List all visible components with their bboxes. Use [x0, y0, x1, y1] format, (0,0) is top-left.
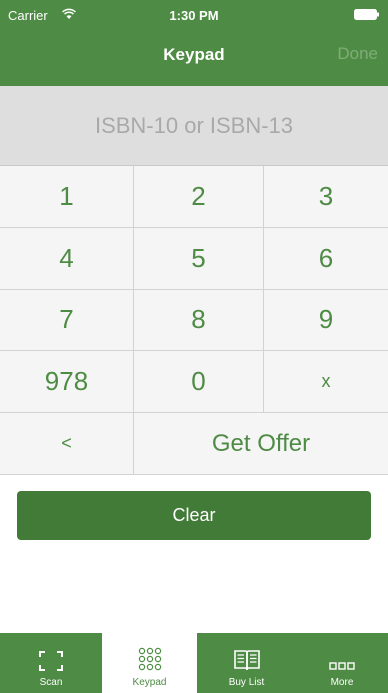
- key-978[interactable]: 978: [0, 351, 134, 414]
- key-9[interactable]: 9: [264, 289, 388, 352]
- key-8[interactable]: 8: [134, 289, 264, 352]
- status-time: 1:30 PM: [169, 8, 219, 23]
- tab-buy-list[interactable]: Buy List: [197, 633, 296, 693]
- tab-scan[interactable]: Scan: [0, 633, 102, 693]
- key-2[interactable]: 2: [134, 166, 264, 228]
- key-6[interactable]: 6: [264, 227, 388, 290]
- isbn-field[interactable]: [0, 85, 388, 166]
- keypad: 1 2 3 4 5 6 7 8 9 978 0 x < Get Offer: [0, 166, 388, 475]
- isbn-input[interactable]: [0, 85, 388, 166]
- status-bar: Carrier 1:30 PM: [0, 0, 388, 28]
- key-5[interactable]: 5: [134, 227, 264, 290]
- key-4[interactable]: 4: [0, 227, 134, 290]
- tab-label: Keypad: [132, 677, 167, 688]
- tab-label: Buy List: [228, 677, 265, 688]
- battery-icon: [354, 9, 379, 20]
- tab-label: More: [330, 677, 354, 688]
- key-x[interactable]: x: [264, 351, 388, 414]
- tab-bar: Scan Keypad Buy List More: [0, 633, 388, 693]
- key-1[interactable]: 1: [0, 166, 134, 228]
- book-icon: [233, 650, 260, 671]
- key-7[interactable]: 7: [0, 289, 134, 352]
- tab-label: Scan: [39, 677, 63, 688]
- get-offer-button[interactable]: Get Offer: [134, 413, 388, 475]
- header: Carrier 1:30 PM Keypad Done: [0, 0, 388, 86]
- key-0[interactable]: 0: [134, 351, 264, 414]
- page-title: Keypad: [163, 45, 225, 64]
- tab-more[interactable]: More: [296, 633, 388, 693]
- backspace-key[interactable]: <: [0, 413, 134, 475]
- more-icon: [329, 662, 355, 670]
- clear-button[interactable]: Clear: [17, 491, 371, 540]
- tab-keypad[interactable]: Keypad: [102, 633, 197, 693]
- keypad-dots-icon: [138, 647, 161, 671]
- done-button[interactable]: Done: [337, 44, 378, 64]
- scan-frame-icon: [39, 651, 63, 671]
- key-3[interactable]: 3: [264, 166, 388, 228]
